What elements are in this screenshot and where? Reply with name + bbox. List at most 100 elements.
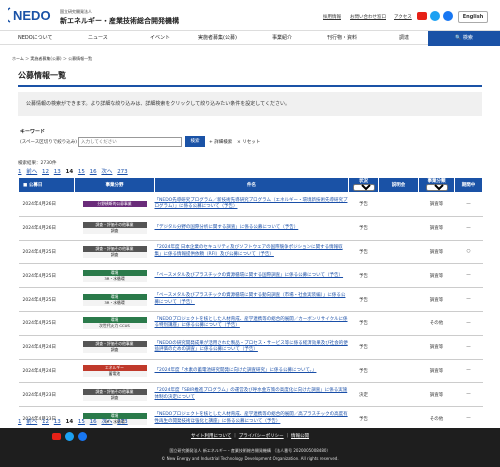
offering-link[interactable]: 「2024年度「SBIR推進プログラム」の運営及び呼水金方策の高度化に向けた調査… (155, 388, 349, 401)
row-presentation (378, 216, 419, 241)
row-name: 「ベースメタル及びプラスチックの資源循環に関する国際調査」に係る公募について（予… (154, 263, 349, 289)
page-15[interactable]: 15 (78, 169, 85, 175)
page-last[interactable]: 273 (117, 419, 128, 425)
table-row: 2024年4月25日 環境 3R・水循環 「ベースメタル及びプラスチックの資源循環に関… (18, 287, 483, 312)
row-status: 予告 (348, 335, 379, 360)
row-status: 予告 (348, 263, 379, 289)
row-name: 「NEDO先導研究プログラム／新技術先導研究プログラム（エネルギー・環境新技術先… (154, 192, 349, 217)
sort-icon: ■ (23, 183, 28, 188)
category-sub-badge: 次世代火力 CCUS (82, 323, 147, 330)
footer-links: サイト利用について ｜ プライバシーポリシー ｜ 情報公開 (190, 434, 310, 439)
table-row: 2024年4月23日 調査・評価その他事業 調査 「2024年度「SBIR推進プログラ… (18, 382, 483, 408)
offering-table: ■ 公募日 事業分野 件名 状況 すべて 説明会 事業分類 すべて 期間中 20… (18, 177, 483, 431)
page-16[interactable]: 16 (90, 419, 97, 425)
page-title: 公募情報一覧 (18, 71, 66, 80)
row-category: 調査・評価その他事業 調査 (74, 335, 155, 360)
page-13[interactable]: 13 (54, 169, 61, 175)
page-last[interactable]: 273 (117, 169, 128, 175)
header-type: 事業分類 すべて (418, 177, 455, 193)
nav-procurement[interactable]: 調達 (399, 34, 409, 41)
page-15[interactable]: 15 (78, 419, 85, 425)
offering-link[interactable]: 「NEDOの研究開発成果が活用された製品・プロセス・サービス等に係る経済効果及び… (155, 341, 349, 354)
row-status: 予告 (348, 311, 379, 336)
contact-link[interactable]: お問い合わせ窓口 (350, 14, 386, 20)
page-next[interactable]: 次へ (101, 169, 112, 175)
footer-link-terms[interactable]: サイト利用について (191, 434, 231, 439)
offering-link[interactable]: 「ベースメタル及びプラスチックの資源循環に関する国際調査」に係る公募について（予… (155, 273, 349, 280)
row-status: 予告 (348, 287, 379, 312)
offering-link[interactable]: 「NEDO先導研究プログラム／新技術先導研究プログラム（エネルギー・環境新技術先… (155, 198, 349, 211)
breadcrumb[interactable]: ホーム ＞ 実施者募集(公募) ＞ 公募情報一覧 (12, 56, 92, 62)
keyword-search-button[interactable]: 検索 (185, 136, 205, 147)
page-next[interactable]: 次へ (101, 419, 112, 425)
header-date-label: 公募日 (28, 183, 43, 188)
english-button[interactable]: English (458, 11, 488, 23)
table-header-row: ■ 公募日 事業分野 件名 状況 すべて 説明会 事業分類 すべて 期間中 (18, 177, 483, 193)
page-first[interactable]: 1 (18, 169, 22, 175)
offering-link[interactable]: 「2024年度「水素の蓄電池研究開発に向けた調査研究」に係る公募について。」 (155, 368, 349, 375)
offering-link[interactable]: 「ベースメタル及びプラスチックの資源循環に関する動向調査（市場・社会実装編）」に… (155, 293, 349, 306)
row-resume: — (454, 335, 483, 360)
detail-search-link[interactable]: + 詳細検索 (209, 139, 232, 145)
keyword-label: キーワード (20, 129, 46, 135)
footer-copyright: © New Energy and Industrial Technology D… (161, 456, 339, 461)
row-type: 調査等 (418, 216, 455, 241)
nav-search-button[interactable]: 🔍 検索 (428, 31, 500, 46)
org-type-label: 国立研究開発法人 (60, 9, 92, 14)
row-resume: — (454, 359, 483, 384)
row-type: 調査等 (418, 192, 455, 217)
status-filter-select[interactable]: すべて (352, 184, 375, 191)
pager-bottom: 1 前へ 12 13 14 15 16 次へ 273 (18, 417, 131, 426)
page-prev[interactable]: 前へ (26, 169, 37, 175)
twitter-x-icon[interactable] (430, 11, 440, 21)
row-status: 予告 (348, 192, 379, 217)
offering-link[interactable]: 「デジタル分野の国際分析に関する調査」に係る公募について（予告） (155, 225, 349, 232)
nav-publications[interactable]: 刊行物・資料 (327, 34, 357, 41)
footer-link-privacy[interactable]: プライバシーポリシー (239, 434, 284, 439)
nav-events[interactable]: イベント (150, 34, 170, 41)
page-prev[interactable]: 前へ (26, 419, 37, 425)
row-presentation (378, 359, 419, 384)
row-type: 調査等 (418, 335, 455, 360)
keyword-input[interactable] (78, 137, 182, 147)
keyword-sub-label: (スペース区切りで絞り込み) (20, 140, 77, 145)
row-presentation (378, 287, 419, 312)
category-sub-badge: 蓄電池 (82, 370, 147, 377)
table-row: 2024年4月26日 調査・評価その他事業 調査 「デジタル分野の国際分析に関する調査… (18, 216, 483, 241)
page-16[interactable]: 16 (90, 169, 97, 175)
footer-link-disclosure[interactable]: 情報公開 (291, 434, 309, 439)
facebook-icon[interactable] (443, 11, 453, 21)
nav-about[interactable]: NEDOについて (18, 34, 53, 41)
page-12[interactable]: 12 (42, 169, 49, 175)
row-name: 「2024年度「水素の蓄電池研究開発に向けた調査研究」に係る公募について。」 (154, 359, 349, 384)
row-type: 調査等 (418, 263, 455, 289)
page-12[interactable]: 12 (42, 419, 49, 425)
recruit-link[interactable]: 採用情報 (323, 14, 341, 20)
access-link[interactable]: アクセス (394, 14, 412, 20)
result-count: 検索結果：2730件 (18, 161, 57, 166)
offering-link[interactable]: 「NEDOプロジェクトを核とした人材育成、産学連携等の総合的展開／高プラスチック… (155, 412, 349, 425)
nav-news[interactable]: ニュース (88, 34, 108, 41)
row-status: 決定 (348, 382, 379, 408)
row-name: 「NEDOプロジェクトを核とした人材育成、産学連携等の総合的展開／高プラスチック… (154, 406, 349, 431)
page-13[interactable]: 13 (54, 419, 61, 425)
header-date[interactable]: ■ 公募日 (18, 177, 75, 193)
row-date: 2024年4月26日 (18, 192, 75, 217)
reset-link[interactable]: × リセット (237, 139, 260, 145)
page-first[interactable]: 1 (18, 419, 22, 425)
row-resume: — (454, 406, 483, 431)
row-category: 環境 次世代火力 CCUS (74, 311, 155, 336)
page-current: 14 (65, 169, 74, 175)
type-filter-select[interactable]: すべて (425, 184, 448, 191)
row-name: 「ベースメタル及びプラスチックの資源循環に関する動向調査（市場・社会実装編）」に… (154, 287, 349, 312)
row-date: 2024年4月25日 (18, 287, 75, 312)
row-resume: — (454, 287, 483, 312)
offering-link[interactable]: 「2024年度 日本企業のセキュリティ及びソフトウェアの国際競争ポジションに関す… (155, 245, 349, 258)
offering-link[interactable]: 「NEDOプロジェクトを核とした人材育成、産学連携等の総合的展開／カーボンリサイ… (155, 317, 349, 330)
nav-public-offering[interactable]: 実施者募集(公募) (198, 34, 237, 41)
youtube-icon[interactable] (417, 12, 427, 20)
global-nav: NEDOについて ニュース イベント 実施者募集(公募) 事業紹介 刊行物・資料… (0, 30, 500, 46)
search-icon: 🔍 (455, 35, 462, 41)
nav-projects[interactable]: 事業紹介 (272, 34, 292, 41)
row-category: エネルギー 蓄電池 (74, 359, 155, 384)
